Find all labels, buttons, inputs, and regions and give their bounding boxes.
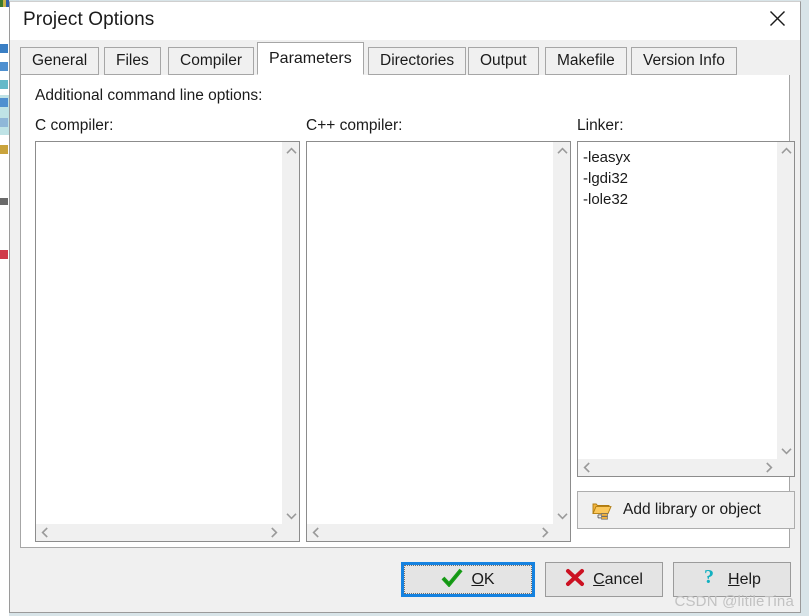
scroll-right-icon[interactable] (536, 524, 553, 541)
scroll-right-icon[interactable] (760, 459, 777, 476)
c-compiler-label: C compiler: (35, 117, 114, 134)
scroll-up-icon[interactable] (283, 142, 299, 159)
check-icon (441, 568, 463, 592)
scrollbar-corner (553, 524, 570, 541)
background-icon (0, 80, 8, 89)
tab-output[interactable]: Output (468, 47, 539, 75)
background-icon (0, 118, 8, 127)
tab-parameters[interactable]: Parameters (257, 42, 364, 75)
project-options-dialog: Project Options General Files Compiler P… (9, 1, 801, 613)
scrollbar-corner (777, 459, 794, 476)
screen: Project Options General Files Compiler P… (0, 0, 809, 616)
background-editor (0, 300, 9, 616)
help-accel: H (728, 570, 740, 588)
background-toolbar (0, 0, 9, 7)
watermark: CSDN @litileTina (674, 593, 794, 610)
scroll-up-icon[interactable] (554, 142, 570, 159)
add-library-label: Add library or object (623, 501, 761, 518)
parameters-tab-page: Additional command line options: C compi… (20, 75, 795, 548)
folder-icon (592, 500, 614, 520)
dialog-button-bar: OK Cancel ? Help CSDN @litileTina (10, 548, 800, 612)
scroll-left-icon[interactable] (578, 459, 595, 476)
svg-text:?: ? (704, 567, 714, 588)
c-compiler-hscrollbar[interactable] (36, 524, 299, 541)
cpp-compiler-vscrollbar[interactable] (553, 142, 570, 524)
c-compiler-vscrollbar[interactable] (282, 142, 299, 524)
tab-files[interactable]: Files (104, 47, 161, 75)
linker-hscrollbar[interactable] (578, 459, 794, 476)
tab-compiler[interactable]: Compiler (168, 47, 255, 75)
cancel-button[interactable]: Cancel (545, 562, 663, 597)
add-library-or-object-button[interactable]: Add library or object (577, 491, 795, 529)
background-icon (0, 145, 8, 154)
tab-label: Parameters (269, 49, 352, 67)
scroll-left-icon[interactable] (36, 524, 53, 541)
scrollbar-corner (282, 524, 299, 541)
background-icon (0, 98, 8, 107)
linker-input[interactable]: -leasyx -lgdi32 -lole32 (577, 141, 795, 477)
options-tabstrip: General Files Compiler Parameters Direct… (20, 42, 790, 76)
cpp-compiler-hscrollbar[interactable] (307, 524, 570, 541)
cpp-compiler-input[interactable] (306, 141, 571, 542)
ok-accel: O (471, 570, 484, 588)
tab-label: Files (116, 52, 149, 69)
scroll-down-icon[interactable] (778, 442, 794, 459)
tab-label: Compiler (180, 52, 243, 69)
scroll-down-icon[interactable] (554, 507, 570, 524)
tab-label: Version Info (643, 52, 725, 69)
scroll-down-icon[interactable] (283, 507, 299, 524)
c-compiler-input[interactable] (35, 141, 300, 542)
ok-button-label: OK (471, 570, 495, 588)
tab-makefile[interactable]: Makefile (545, 47, 627, 75)
help-button-label: Help (728, 570, 761, 588)
linker-label: Linker: (577, 117, 624, 134)
scroll-right-icon[interactable] (265, 524, 282, 541)
cpp-compiler-value (307, 142, 553, 524)
cpp-compiler-label: C++ compiler: (306, 117, 403, 134)
cancel-button-label: Cancel (593, 570, 643, 588)
tab-version-info[interactable]: Version Info (631, 47, 737, 75)
c-compiler-value (36, 142, 282, 524)
ok-button[interactable]: OK (401, 562, 535, 597)
question-icon: ? (703, 566, 720, 593)
dialog-titlebar: Project Options (10, 2, 800, 40)
tab-label: Makefile (557, 52, 615, 69)
dialog-title: Project Options (23, 9, 155, 30)
background-icon (0, 250, 8, 259)
linker-value: -leasyx -lgdi32 -lole32 (578, 142, 777, 459)
background-icon (0, 44, 8, 53)
tab-label: General (32, 52, 88, 69)
linker-vscrollbar[interactable] (777, 142, 794, 459)
tab-general[interactable]: General (20, 47, 100, 75)
close-icon[interactable] (754, 2, 800, 35)
background-icon (0, 62, 8, 71)
cancel-accel: C (593, 570, 605, 588)
tab-label: Directories (380, 52, 455, 69)
scroll-left-icon[interactable] (307, 524, 324, 541)
tab-directories[interactable]: Directories (368, 47, 467, 75)
cross-icon (565, 568, 585, 592)
background-ide-sliver (0, 0, 9, 616)
help-button[interactable]: ? Help (673, 562, 791, 597)
scroll-up-icon[interactable] (778, 142, 794, 159)
background-icon (0, 198, 8, 205)
section-label: Additional command line options: (35, 87, 263, 104)
tab-label: Output (480, 52, 527, 69)
